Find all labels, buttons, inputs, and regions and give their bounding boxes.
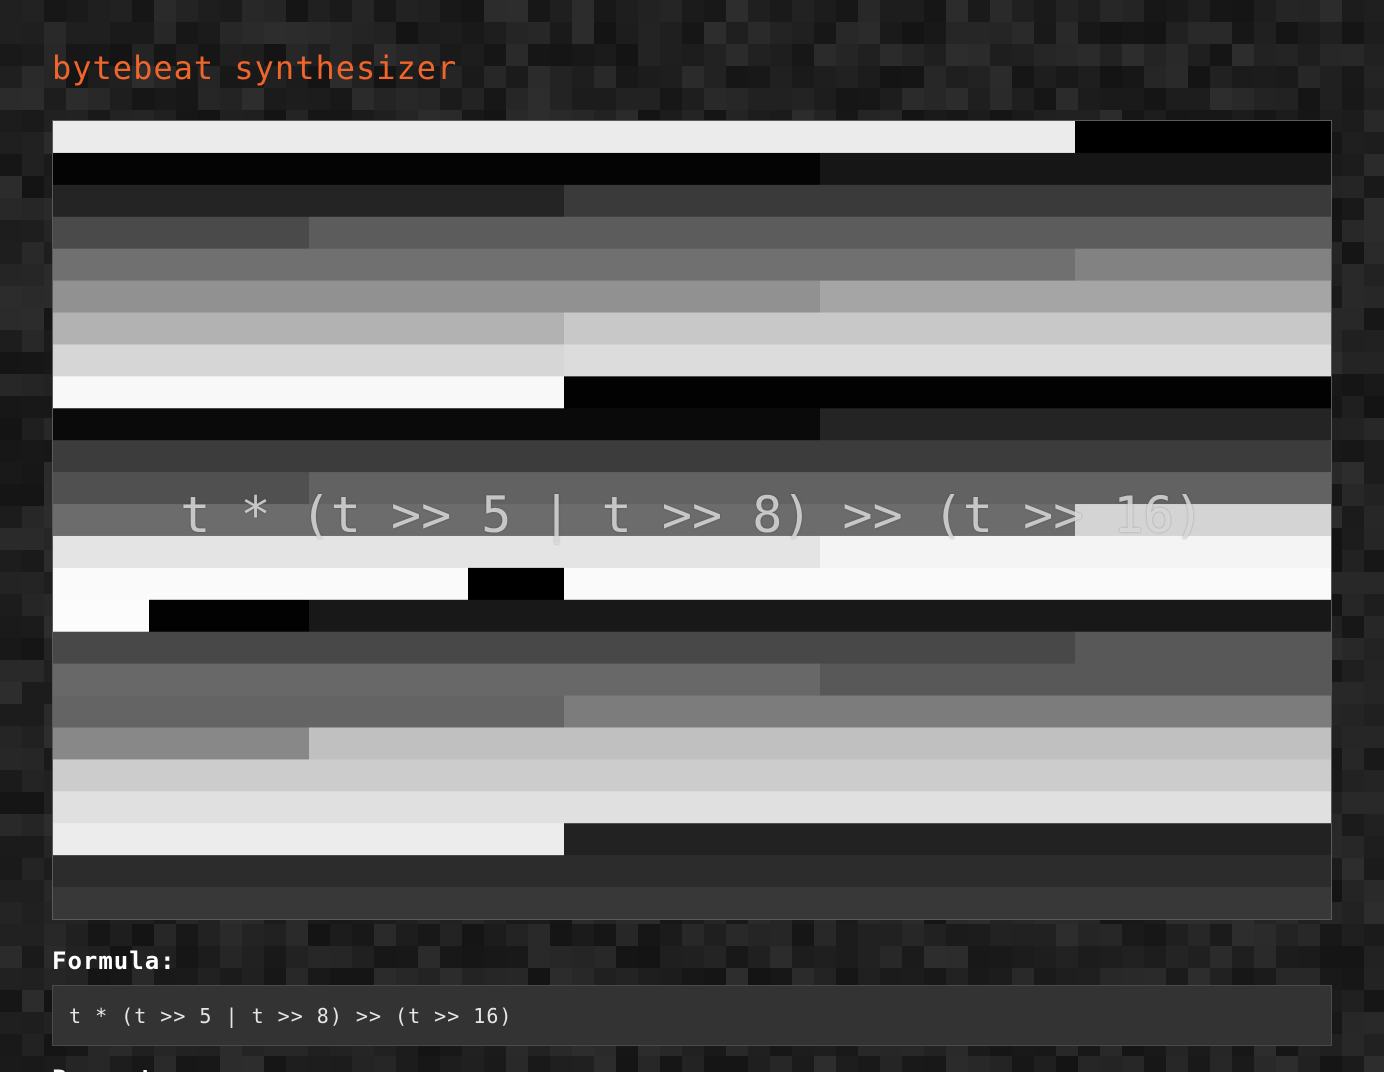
visualizer-band-6-0 <box>53 312 564 345</box>
visualizer-band-22-1 <box>564 823 1331 856</box>
visualizer-band-0-1 <box>1075 121 1331 154</box>
visualizer-canvas <box>53 121 1331 919</box>
visualizer-band-2-0 <box>53 184 564 218</box>
visualizer-band-8-1 <box>564 376 1331 409</box>
visualizer-band-10-0 <box>53 440 1331 473</box>
formula-input[interactable] <box>52 985 1332 1046</box>
app-container: bytebeat synthesizer t * (t >> 5 | t >> … <box>0 0 1384 1072</box>
visualizer-band-18-0 <box>53 695 564 728</box>
visualizer-band-18-1 <box>564 695 1331 728</box>
visualizer-band-5-0 <box>53 280 820 314</box>
visualizer-band-9-1 <box>820 408 1331 441</box>
visualizer-band-19-1 <box>309 727 1331 760</box>
visualizer-band-12-1 <box>1075 504 1331 537</box>
visualizer-band-2-1 <box>564 184 1331 218</box>
visualizer-band-15-0 <box>53 599 149 633</box>
visualizer-band-8-0 <box>53 376 564 409</box>
visualizer-band-13-1 <box>820 535 1331 569</box>
visualizer-band-21-0 <box>53 791 1331 824</box>
visualizer-band-11-1 <box>309 472 1331 505</box>
visualizer-band-24-0 <box>53 887 1331 919</box>
visualizer-band-1-0 <box>53 152 820 186</box>
visualizer-band-14-1 <box>468 567 564 601</box>
visualizer-band-15-1 <box>149 599 309 633</box>
visualizer-band-6-1 <box>564 312 1331 345</box>
visualizer-band-23-0 <box>53 855 1331 888</box>
visualizer-band-5-1 <box>820 280 1331 314</box>
visualizer-band-4-0 <box>53 248 1075 282</box>
visualizer-band-4-1 <box>1075 248 1331 282</box>
visualizer-band-13-0 <box>53 535 820 569</box>
visualizer-band-0-0 <box>53 121 1075 154</box>
visualizer-band-3-1 <box>309 216 1331 250</box>
visualizer-band-20-0 <box>53 759 1331 792</box>
app-title: bytebeat synthesizer <box>52 49 458 87</box>
visualizer-band-14-0 <box>53 567 468 601</box>
visualizer-band-15-2 <box>309 599 1331 633</box>
formula-label: Formula: <box>52 947 176 975</box>
visualizer-band-11-0 <box>53 472 309 505</box>
visualizer-band-19-0 <box>53 727 309 760</box>
visualizer-band-7-0 <box>53 344 564 377</box>
visualizer-band-3-0 <box>53 216 309 250</box>
visualizer-band-14-2 <box>564 567 1331 601</box>
parameters-label: Parameters <box>52 1062 197 1072</box>
visualizer-panel: t * (t >> 5 | t >> 8) >> (t >> 16) <box>52 120 1332 920</box>
visualizer-band-17-0 <box>53 663 820 697</box>
visualizer-band-12-0 <box>53 504 1075 537</box>
visualizer-band-17-1 <box>820 663 1331 697</box>
visualizer-band-22-0 <box>53 823 564 856</box>
visualizer-band-1-1 <box>820 152 1331 186</box>
visualizer-band-9-0 <box>53 408 820 441</box>
visualizer-band-16-1 <box>1075 631 1331 665</box>
visualizer-band-7-1 <box>564 344 1331 377</box>
visualizer-band-16-0 <box>53 631 1075 665</box>
